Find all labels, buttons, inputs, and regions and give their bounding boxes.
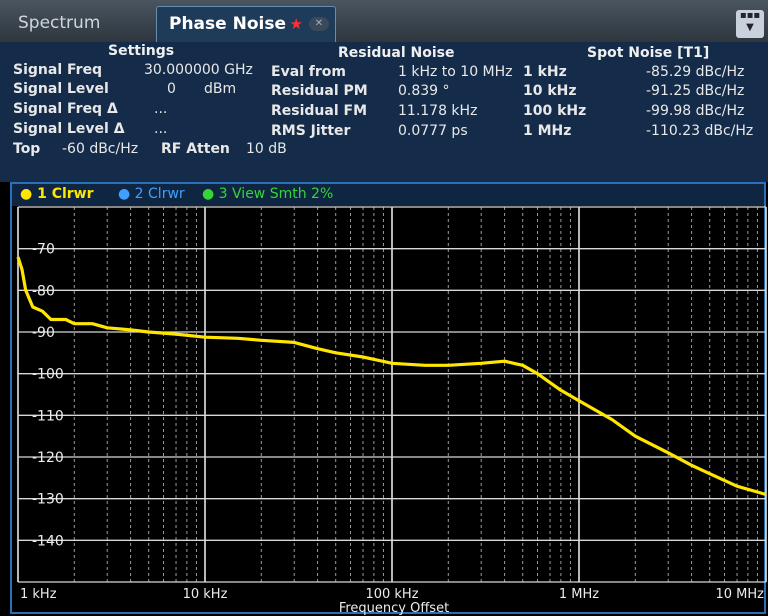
x-axis-title: Frequency Offset (339, 601, 449, 616)
y-tick-label: -110 (32, 408, 64, 424)
x-tick-label: 100 kHz (365, 587, 418, 602)
x-tick-label: 10 kHz (183, 587, 228, 602)
y-tick-label: -130 (32, 492, 64, 508)
x-tick-label: 1 kHz (20, 587, 57, 602)
phase-noise-plot: -70 -80 -90 -100 -110 -120 -130 -140 1 kHz 10 kHz… (16, 206, 767, 616)
y-tick-label: -140 (32, 533, 64, 549)
y-tick-label: -80 (32, 283, 55, 299)
x-tick-label: 10 MHz (716, 587, 765, 602)
y-tick-label: -70 (32, 242, 55, 258)
y-tick-label: -120 (32, 450, 64, 466)
y-tick-label: -90 (32, 325, 55, 341)
x-tick-label: 1 MHz (559, 587, 599, 602)
y-tick-label: -100 (32, 367, 64, 383)
